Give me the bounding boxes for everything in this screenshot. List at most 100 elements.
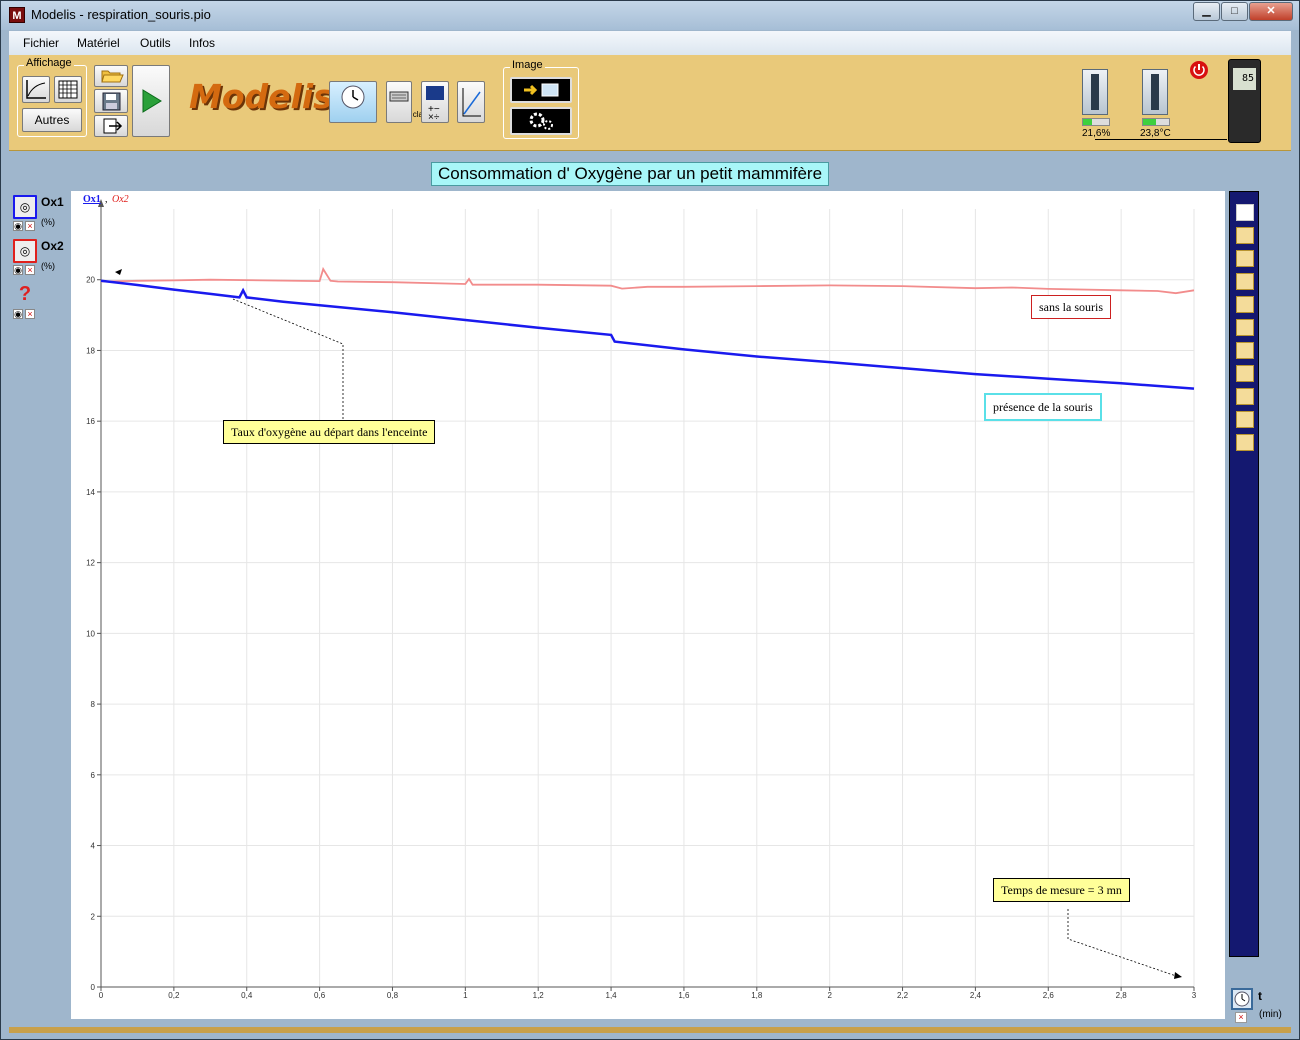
question-mark-icon: ? [18, 283, 32, 305]
device-readout: 85 [1241, 73, 1254, 84]
zoom-axis-icon[interactable] [1236, 388, 1254, 405]
oxygen-sensor-1[interactable] [1082, 69, 1108, 115]
x-tick-label: 1 [463, 991, 468, 1000]
x-tick-label: 0,4 [241, 991, 253, 1000]
y-tick-label: 12 [86, 559, 95, 568]
window-controls: ▁ □ ✕ [1192, 2, 1293, 21]
magnifier-icon[interactable] [1236, 411, 1254, 428]
calculator-button[interactable]: +− ×÷ [421, 81, 449, 123]
time-axis-unit: (min) [1259, 1009, 1282, 1020]
graph-tools-bar [1229, 191, 1259, 957]
probe-icon [1091, 74, 1099, 110]
open-file-button[interactable] [94, 65, 128, 87]
power-icon [1190, 61, 1208, 79]
eye-icon[interactable]: ◉ [13, 309, 23, 319]
table-view-button[interactable] [54, 76, 82, 103]
y-tick-label: 6 [91, 771, 96, 780]
legend-ox1: Ox1 [83, 194, 101, 205]
channel-ox1[interactable]: ◎ Ox1 (%) ◉ × [13, 195, 64, 231]
delete-icon[interactable]: × [25, 221, 35, 231]
oxygen-sensor-2[interactable] [1142, 69, 1168, 115]
export-button[interactable] [94, 115, 128, 137]
gears-icon [529, 112, 553, 130]
app-icon[interactable]: M [9, 7, 25, 23]
save-button[interactable] [94, 89, 128, 113]
x-tick-label: 1,8 [751, 991, 763, 1000]
x-tick-label: 1,4 [606, 991, 618, 1000]
start-acquisition-button[interactable] [132, 65, 170, 137]
y-tick-label: 0 [91, 983, 96, 992]
x-tick-label: 2 [827, 991, 832, 1000]
menu-fichier[interactable]: Fichier [23, 36, 59, 50]
channel-ox2[interactable]: ◎ Ox2 (%) ◉ × [13, 239, 64, 275]
eye-icon[interactable]: ◉ [13, 221, 23, 231]
annotation-start[interactable]: Taux d'oxygène au départ dans l'enceinte [223, 420, 436, 444]
menu-infos[interactable]: Infos [189, 36, 215, 50]
image-group: Image [503, 59, 579, 139]
linear-graph-icon [462, 88, 481, 117]
curve-view-button[interactable] [22, 76, 50, 103]
keyboard-icon [389, 91, 409, 102]
minimize-button[interactable]: ▁ [1193, 2, 1220, 21]
menu-materiel[interactable]: Matériel [77, 36, 120, 50]
y-tick-label: 10 [86, 629, 95, 638]
x-tick-label: 0,2 [168, 991, 180, 1000]
floppy-disk-icon [102, 92, 121, 111]
x-tick-label: 3 [1192, 991, 1197, 1000]
app-window: M Modelis - respiration_souris.pio ▁ □ ✕… [0, 0, 1300, 1040]
oxygen-sensor-icon: ◎ [13, 239, 37, 263]
annotation-presence-souris[interactable]: présence de la souris [984, 393, 1102, 421]
measure-icon[interactable] [1236, 434, 1254, 451]
capture-image-button[interactable] [510, 77, 572, 103]
time-axis-symbol: t [1258, 989, 1262, 1003]
clavie-button[interactable]: clavie [386, 81, 433, 123]
tangent-icon[interactable] [1236, 250, 1254, 267]
modeling-button[interactable] [457, 81, 485, 123]
delete-icon[interactable]: × [25, 309, 35, 319]
autres-button[interactable]: Autres [22, 108, 82, 132]
series-line-ox2 [100, 266, 1195, 295]
delete-icon[interactable]: × [25, 265, 35, 275]
oxygen-sensor-icon: ◎ [13, 195, 37, 219]
image-settings-button[interactable] [510, 107, 572, 135]
graph-title[interactable]: Consommation d' Oxygène par un petit mam… [431, 162, 830, 186]
maximize-button[interactable]: □ [1221, 2, 1248, 21]
device-screen: 85 [1233, 68, 1256, 90]
toolbar: Affichage Autres Modelis +− ×÷ Image 21,… [9, 55, 1291, 151]
calculator-icon: +−×÷ [426, 86, 444, 123]
sensor-2-level-bar [1142, 118, 1170, 126]
channel-new[interactable]: ? ◉ × [13, 283, 37, 319]
temps-button[interactable]: temps [329, 81, 410, 123]
copy-graph-icon[interactable] [1236, 204, 1254, 221]
axis-scale-icon[interactable] [1236, 365, 1254, 382]
close-button[interactable]: ✕ [1249, 2, 1293, 21]
curve-axes-icon [26, 80, 46, 99]
text-label-icon[interactable] [1236, 342, 1254, 359]
power-button[interactable] [1189, 60, 1209, 80]
curve-fit-icon[interactable] [1236, 273, 1254, 290]
annotation-sans-souris[interactable]: sans la souris [1031, 295, 1111, 319]
delete-icon[interactable]: × [1235, 1012, 1247, 1023]
y-tick-label: 18 [86, 346, 95, 355]
status-strip [9, 1027, 1291, 1033]
svg-text:×÷: ×÷ [428, 112, 440, 122]
line-tool-icon[interactable] [1236, 319, 1254, 336]
time-axis-button[interactable] [1231, 988, 1253, 1010]
export-arrow-icon [103, 118, 123, 134]
annotation-pointer-duration [1067, 909, 1180, 978]
interface-device[interactable]: 85 [1228, 59, 1261, 143]
horizontal-line-icon[interactable] [1236, 296, 1254, 313]
grid-table-icon [58, 80, 78, 99]
sensor-2-value: 23,8°C [1140, 128, 1171, 139]
x-tick-label: 0,8 [387, 991, 399, 1000]
crosshair-icon[interactable] [1236, 227, 1254, 244]
menu-outils[interactable]: Outils [140, 36, 171, 50]
window-title: Modelis - respiration_souris.pio [31, 7, 211, 22]
annotation-duration[interactable]: Temps de mesure = 3 mn [993, 878, 1130, 902]
eye-icon[interactable]: ◉ [13, 265, 23, 275]
annotation-arrowhead-start [115, 269, 122, 275]
legend-separator: , [105, 194, 108, 205]
title-bar[interactable]: M Modelis - respiration_souris.pio ▁ □ ✕ [1, 1, 1299, 30]
sensor-1-value: 21,6% [1082, 128, 1111, 139]
sensor-link-line [1095, 139, 1227, 140]
